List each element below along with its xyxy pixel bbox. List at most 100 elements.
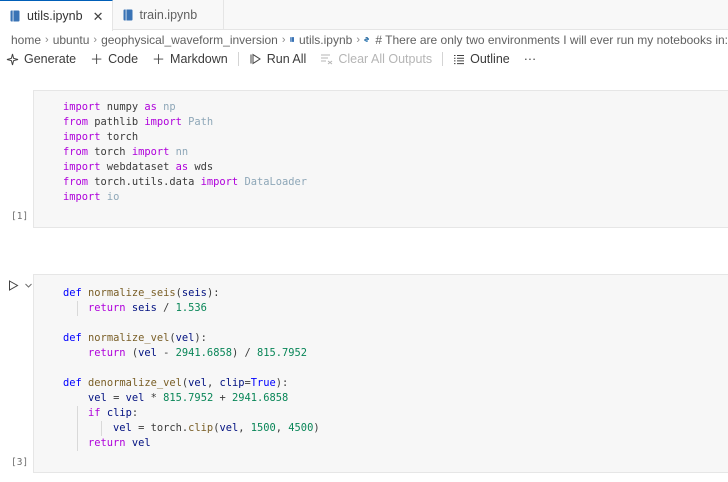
run-all-label: Run All — [266, 52, 307, 66]
code-token: vel — [113, 422, 132, 434]
code-line: from torch.utils.data import DataLoader — [63, 175, 307, 190]
add-markdown-cell-button[interactable]: ＋ Markdown — [152, 52, 228, 66]
code-token: return — [88, 302, 126, 314]
code-cell-3[interactable]: def normalize_seis(seis): return seis / … — [33, 274, 728, 473]
code-token: , — [238, 422, 251, 434]
code-token: def — [63, 377, 82, 389]
tab-label: train.ipynb — [139, 8, 198, 22]
code-line: return vel — [63, 436, 320, 451]
code-token: webdataset — [100, 161, 176, 173]
code-line: import io — [63, 190, 307, 205]
clear-outputs-label: Clear All Outputs — [338, 52, 433, 66]
code-token: numpy — [100, 101, 145, 113]
code-token: from — [63, 116, 89, 128]
code-label: Code — [108, 52, 139, 66]
code-token: 1500 — [250, 422, 276, 434]
outline-button[interactable]: Outline — [453, 52, 510, 66]
toolbar-divider — [442, 52, 444, 66]
code-line: vel = torch.clip(vel, 1500, 4500) — [63, 421, 320, 436]
code-line: return seis / 1.536 — [63, 301, 320, 316]
code-token: return — [88, 437, 126, 449]
plus-icon: ＋ — [90, 51, 104, 67]
code-token: torch.utils.data — [88, 176, 201, 188]
code-line: vel = vel * 815.7952 + 2941.6858 — [63, 391, 320, 406]
code-line: def normalize_seis(seis): — [63, 286, 320, 301]
toolbar-divider — [237, 52, 239, 66]
code-line: return (vel - 2941.6858) / 815.7952 — [63, 346, 320, 361]
code-token: vel — [138, 347, 157, 359]
editor-tab-bar: utils.ipynb ✕ train.ipynb — [0, 0, 728, 31]
clear-outputs-icon — [320, 53, 333, 65]
run-cell-button[interactable] — [8, 279, 36, 291]
clear-all-outputs-button[interactable]: Clear All Outputs — [320, 52, 432, 66]
code-token: vel — [188, 377, 207, 389]
code-token: 4500 — [288, 422, 314, 434]
sparkle-icon — [6, 53, 19, 66]
code-token: / — [156, 302, 176, 314]
breadcrumb-item-file[interactable]: utils.ipynb — [299, 33, 352, 47]
tab-train-ipynb[interactable]: train.ipynb — [113, 0, 225, 30]
generate-button[interactable]: Generate — [6, 52, 76, 66]
breadcrumb-item-home[interactable]: home — [11, 33, 41, 47]
chevron-down-icon — [25, 283, 32, 288]
code-token: ): — [194, 332, 207, 344]
code-token: 1.536 — [175, 302, 207, 314]
code-token: seis — [131, 302, 157, 314]
code-token: import — [200, 176, 239, 188]
code-token: seis — [181, 287, 207, 299]
code-editor[interactable]: import numpy as np from pathlib import Pa… — [63, 100, 307, 205]
add-code-cell-button[interactable]: ＋ Code — [90, 52, 138, 66]
code-line: from torch import nn — [63, 145, 307, 160]
code-token: clip — [219, 377, 245, 389]
code-token: io — [106, 191, 120, 203]
code-token: clip — [106, 407, 132, 419]
chevron-right-icon: › — [93, 33, 98, 46]
code-cell-1[interactable]: import numpy as np from pathlib import Pa… — [33, 90, 728, 228]
code-line: from pathlib import Path — [63, 115, 307, 130]
breadcrumb-item-cell[interactable]: # There are only two environments I will… — [375, 33, 728, 47]
code-editor[interactable]: def normalize_seis(seis): return seis / … — [63, 286, 320, 451]
code-token: DataLoader — [244, 176, 308, 188]
code-token: vel — [88, 392, 107, 404]
code-line: def normalize_vel(vel): — [63, 331, 320, 346]
code-token: normalize_seis — [88, 287, 176, 299]
code-token: = — [106, 392, 126, 404]
code-token: import — [63, 191, 101, 203]
tab-utils-ipynb[interactable]: utils.ipynb ✕ — [0, 0, 113, 31]
code-token: 2941.6858 — [231, 392, 289, 404]
breadcrumb-item-ubuntu[interactable]: ubuntu — [53, 33, 90, 47]
run-all-button[interactable]: Run All — [249, 52, 307, 66]
code-token: Path — [188, 116, 214, 128]
code-token: ( — [125, 347, 139, 359]
code-token: denormalize_vel — [88, 377, 182, 389]
code-token: * — [144, 392, 164, 404]
list-icon — [453, 54, 465, 65]
code-token: 815.7952 — [257, 347, 308, 359]
notebook-file-icon — [10, 10, 20, 22]
run-all-icon — [249, 53, 262, 65]
code-token: as — [144, 101, 157, 113]
code-token: vel — [175, 332, 195, 344]
breadcrumb-item-folder[interactable]: geophysical_waveform_inversion — [101, 33, 278, 47]
code-line: import webdataset as wds — [63, 160, 307, 175]
markdown-label: Markdown — [170, 52, 228, 66]
code-token: return — [88, 347, 126, 359]
notebook-toolbar: Generate ＋ Code ＋ Markdown Run All Clear… — [0, 49, 728, 69]
code-token: torch — [88, 146, 132, 158]
code-token: 815.7952 — [163, 392, 214, 404]
code-line: if clip: — [63, 406, 320, 421]
more-actions-button[interactable]: ··· — [524, 52, 537, 66]
code-token: True — [250, 377, 276, 389]
code-token: import — [144, 116, 182, 128]
code-token: torch — [100, 131, 139, 143]
close-icon[interactable]: ✕ — [93, 10, 104, 23]
breadcrumb: home › ubuntu › geophysical_waveform_inv… — [0, 31, 728, 48]
python-cell-icon — [364, 37, 370, 42]
code-token: - — [156, 347, 176, 359]
chevron-right-icon: › — [45, 33, 49, 46]
